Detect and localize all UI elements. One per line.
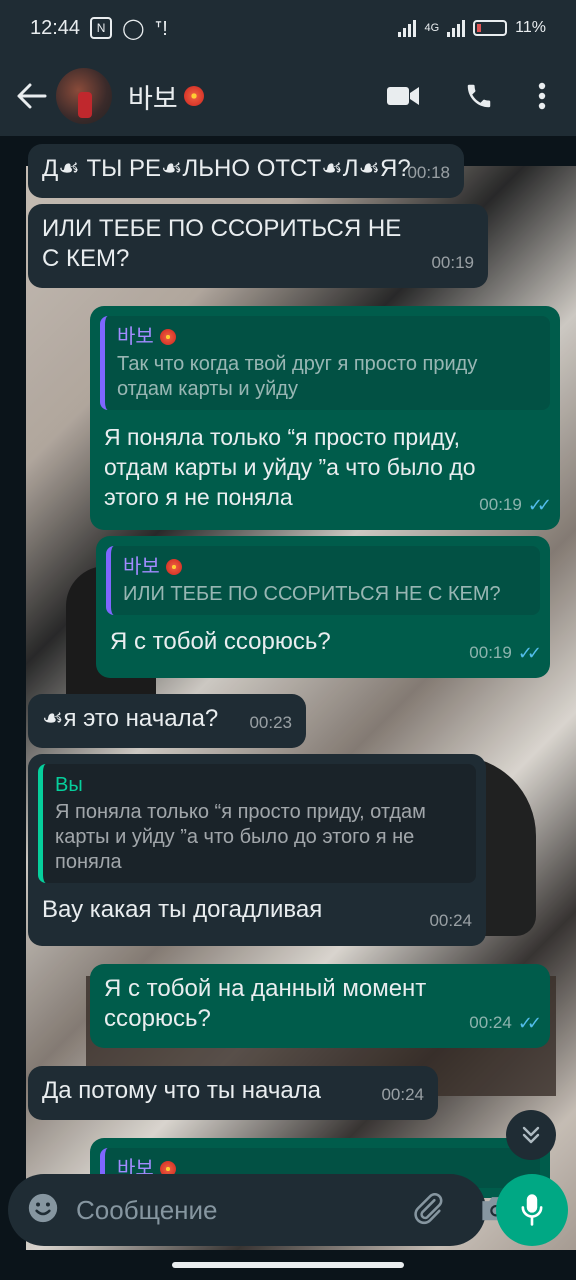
signal-bars-icon [398,19,417,37]
read-receipt-icon: ✓✓ [527,495,552,515]
scroll-to-bottom-button[interactable] [506,1110,556,1160]
mic-icon [521,1194,543,1226]
message-time: 00:18 [407,163,450,182]
contact-name[interactable]: 바보 [128,77,206,116]
message-incoming[interactable]: Вы Я поняла только “я просто приду, отда… [28,754,486,946]
signal-bars-2-icon [447,19,466,37]
read-receipt-icon: ✓✓ [517,1013,542,1033]
message-text: ИЛИ ТЕБЕ ПО ССОРИТЬСЯ НЕ С КЕМ? [42,215,402,272]
contact-name-text: 바보 [128,83,178,114]
mic-button[interactable] [496,1174,568,1246]
message-time: 00:19 ✓✓ [469,638,542,668]
message-incoming[interactable]: ☙я это начала? 00:23 [28,694,306,748]
message-incoming[interactable]: Да потому что ты начала 00:24 [28,1066,438,1120]
message-text: Вау какая ты догадливая [42,896,323,923]
whatsapp-notification-icon: ◯ [122,17,145,40]
chat-area[interactable]: Д☙ ТЫ РЕ☙ЛЬНО ОТСТ☙Л☙Я? 00:18 ИЛИ ТЕБЕ П… [0,136,576,1280]
signal-alert-icon: ᐪ! [154,17,168,40]
message-text: Да потому что ты начала [42,1077,322,1104]
read-receipt-icon: ✓✓ [517,643,542,663]
system-nav-bar [0,1250,576,1280]
quoted-message[interactable]: 바보 ИЛИ ТЕБЕ ПО ССОРИТЬСЯ НЕ С КЕМ? [106,546,540,615]
message-composer [8,1174,510,1246]
hibiscus-icon [182,84,206,108]
network-type: 4G [424,22,440,34]
quote-author: 바보 [117,326,154,348]
message-time: 00:23 [249,713,292,732]
video-call-icon[interactable] [386,84,420,108]
message-time: 00:24 [429,911,472,930]
avatar[interactable] [56,68,112,124]
quoted-message[interactable]: 바보 Так что когда твой друг я просто прид… [100,316,550,410]
quote-author: Вы [55,774,83,796]
status-bar: 12:44 N ◯ ᐪ! 4G 11% [0,0,576,56]
message-time: 00:19 [431,253,474,272]
message-incoming[interactable]: ИЛИ ТЕБЕ ПО ССОРИТЬСЯ НЕ С КЕМ? 00:19 [28,204,488,288]
status-time: 12:44 [30,16,81,39]
quote-author: 바보 [123,556,160,578]
double-chevron-down-icon [522,1126,540,1144]
quote-text: Я поняла только “я просто приду, отдам к… [55,801,426,873]
quote-text: ИЛИ ТЕБЕ ПО ССОРИТЬСЯ НЕ С КЕМ? [123,583,501,605]
hibiscus-icon [158,327,177,346]
battery-icon [473,20,508,36]
quoted-message[interactable]: Вы Я поняла только “я просто приду, отда… [38,764,476,883]
nfc-icon: N [90,17,113,39]
more-vert-icon[interactable] [538,82,546,110]
message-incoming[interactable]: Д☙ ТЫ РЕ☙ЛЬНО ОТСТ☙Л☙Я? 00:18 [28,144,464,198]
message-outgoing[interactable]: 바보 ИЛИ ТЕБЕ ПО ССОРИТЬСЯ НЕ С КЕМ? Я с т… [96,536,550,678]
phone-icon[interactable] [464,81,494,111]
chat-header: 바보 [0,56,576,136]
message-outgoing[interactable]: 바보 Так что когда твой друг я просто прид… [90,306,560,530]
message-outgoing[interactable]: Я с тобой на данный момент ссорюсь? 00:2… [90,964,550,1048]
message-text: Д☙ ТЫ РЕ☙ЛЬНО ОТСТ☙Л☙Я? [42,155,411,182]
message-time: 00:19 ✓✓ [479,490,552,520]
attach-icon[interactable] [411,1191,445,1230]
message-input[interactable] [76,1194,411,1226]
quote-text: Так что когда твой друг я просто приду о… [117,353,478,400]
back-arrow-icon[interactable] [12,76,52,116]
home-indicator[interactable] [172,1262,404,1268]
message-time: 00:24 ✓✓ [469,1008,542,1038]
message-time: 00:24 [381,1085,424,1104]
hibiscus-icon [164,557,183,576]
battery-level: 11% [515,19,546,36]
emoji-icon[interactable] [26,1191,60,1230]
message-text: ☙я это начала? [42,705,219,732]
